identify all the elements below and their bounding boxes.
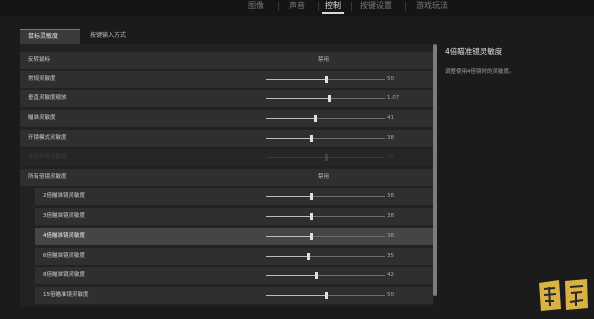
row-label: 6倍瞄准镜灵敏度 bbox=[43, 253, 85, 259]
slider-row: 低倍开镜灵敏度 50 bbox=[20, 149, 433, 166]
slider-track[interactable] bbox=[266, 213, 385, 220]
tab-separator bbox=[318, 2, 319, 11]
slider-fill bbox=[266, 98, 330, 99]
slider-thumb[interactable] bbox=[310, 193, 314, 200]
slider-row[interactable]: 4倍瞄准镜灵敏度 38 bbox=[35, 228, 433, 245]
slider-thumb[interactable] bbox=[306, 253, 310, 260]
slider-thumb[interactable] bbox=[324, 76, 328, 83]
slider-value: 50 bbox=[387, 76, 394, 82]
slider-fill bbox=[266, 138, 312, 139]
slider-row[interactable]: 垂直灵敏度缩放 1.07 bbox=[20, 90, 433, 107]
slider-fill bbox=[266, 295, 326, 296]
tab-key-bindings[interactable]: 按键设置 bbox=[356, 0, 396, 14]
slider-value: 50 bbox=[387, 154, 394, 160]
slider-row[interactable]: 2倍瞄准镜灵敏度 38 bbox=[35, 188, 433, 205]
slider-thumb[interactable] bbox=[314, 272, 318, 279]
slider-thumb[interactable] bbox=[310, 233, 314, 240]
slider-value: 38 bbox=[387, 233, 394, 239]
slider-row[interactable]: 常规灵敏度 50 bbox=[20, 71, 433, 88]
slider-value: 42 bbox=[387, 272, 394, 278]
slider-track[interactable] bbox=[266, 292, 385, 299]
slider-fill bbox=[266, 256, 308, 257]
option-row[interactable]: 所有倍镜灵敏度 禁用 bbox=[20, 169, 433, 186]
top-navigation: 图像 声音 控制 按键设置 游戏玩法 bbox=[0, 0, 594, 16]
row-label: 低倍开镜灵敏度 bbox=[28, 154, 67, 160]
slider-track[interactable] bbox=[266, 253, 385, 260]
slider-row[interactable]: 开镜模式灵敏度 38 bbox=[20, 130, 433, 147]
slider-value: 38 bbox=[387, 193, 394, 199]
slider-value: 50 bbox=[387, 292, 394, 298]
row-label: 常规灵敏度 bbox=[28, 76, 56, 82]
slider-track[interactable] bbox=[266, 272, 385, 279]
row-label: 2倍瞄准镜灵敏度 bbox=[43, 193, 85, 199]
slider-fill bbox=[266, 196, 312, 197]
slider-value: 41 bbox=[387, 115, 394, 121]
tab-separator bbox=[405, 2, 406, 11]
tab-sound[interactable]: 声音 bbox=[284, 0, 310, 14]
slider-fill bbox=[266, 157, 326, 158]
slider-track[interactable] bbox=[266, 193, 385, 200]
slider-fill bbox=[266, 79, 326, 80]
slider-value: 38 bbox=[387, 135, 394, 141]
row-label: 所有倍镜灵敏度 bbox=[28, 174, 67, 180]
slider-thumb[interactable] bbox=[310, 135, 314, 142]
row-label: 8倍瞄准镜灵敏度 bbox=[43, 272, 85, 278]
slider-thumb bbox=[324, 154, 328, 161]
row-label: 3倍瞄准镜灵敏度 bbox=[43, 213, 85, 219]
slider-fill bbox=[266, 236, 312, 237]
tab-graphics[interactable]: 图像 bbox=[243, 0, 269, 14]
row-label: 瞄准灵敏度 bbox=[28, 115, 56, 121]
tab-separator bbox=[278, 2, 279, 11]
slider-value: 38 bbox=[387, 213, 394, 219]
option-value[interactable]: 禁用 bbox=[318, 52, 329, 69]
slider-track[interactable] bbox=[266, 135, 385, 142]
row-label: 15倍瞄准镜灵敏度 bbox=[43, 292, 89, 298]
option-value[interactable]: 禁用 bbox=[318, 169, 329, 186]
row-label: 垂直灵敏度缩放 bbox=[28, 95, 67, 101]
slider-row[interactable]: 瞄准灵敏度 41 bbox=[20, 110, 433, 127]
slider-track[interactable] bbox=[266, 233, 385, 240]
subtab-input-method[interactable]: 按键输入方式 bbox=[82, 29, 148, 43]
slider-track[interactable] bbox=[266, 115, 385, 122]
subtab-mouse-sensitivity[interactable]: 鼠标灵敏度 bbox=[20, 29, 80, 44]
slider-thumb[interactable] bbox=[310, 213, 314, 220]
slider-fill bbox=[266, 118, 315, 119]
tab-separator bbox=[351, 2, 352, 11]
slider-thumb[interactable] bbox=[313, 115, 317, 122]
info-description: 调整使用4倍镜时的灵敏度。 bbox=[445, 69, 515, 75]
info-title: 4倍瞄准镜灵敏度 bbox=[445, 47, 503, 56]
slider-row[interactable]: 6倍瞄准镜灵敏度 35 bbox=[35, 248, 433, 265]
slider-value: 35 bbox=[387, 253, 394, 259]
slider-fill bbox=[266, 216, 312, 217]
scrollbar[interactable] bbox=[433, 44, 437, 296]
row-label: 反转鼠标 bbox=[28, 57, 51, 63]
slider-row[interactable]: 3倍瞄准镜灵敏度 38 bbox=[35, 208, 433, 225]
slider-track[interactable] bbox=[266, 95, 385, 102]
option-row[interactable]: 反转鼠标 禁用 bbox=[20, 52, 433, 69]
watermark-logo bbox=[539, 279, 588, 311]
slider-row[interactable]: 15倍瞄准镜灵敏度 50 bbox=[35, 287, 433, 304]
row-label: 开镜模式灵敏度 bbox=[28, 135, 67, 141]
tab-controls[interactable]: 控制 bbox=[320, 0, 346, 14]
slider-value: 1.07 bbox=[387, 95, 400, 101]
slider-thumb[interactable] bbox=[324, 292, 328, 299]
slider-track bbox=[266, 154, 385, 161]
slider-thumb[interactable] bbox=[328, 95, 332, 102]
scrollbar-thumb[interactable] bbox=[433, 44, 437, 296]
tab-gameplay[interactable]: 游戏玩法 bbox=[412, 0, 452, 14]
slider-row[interactable]: 8倍瞄准镜灵敏度 42 bbox=[35, 267, 433, 284]
slider-track[interactable] bbox=[266, 76, 385, 83]
slider-fill bbox=[266, 275, 316, 276]
row-label: 4倍瞄准镜灵敏度 bbox=[43, 233, 85, 239]
